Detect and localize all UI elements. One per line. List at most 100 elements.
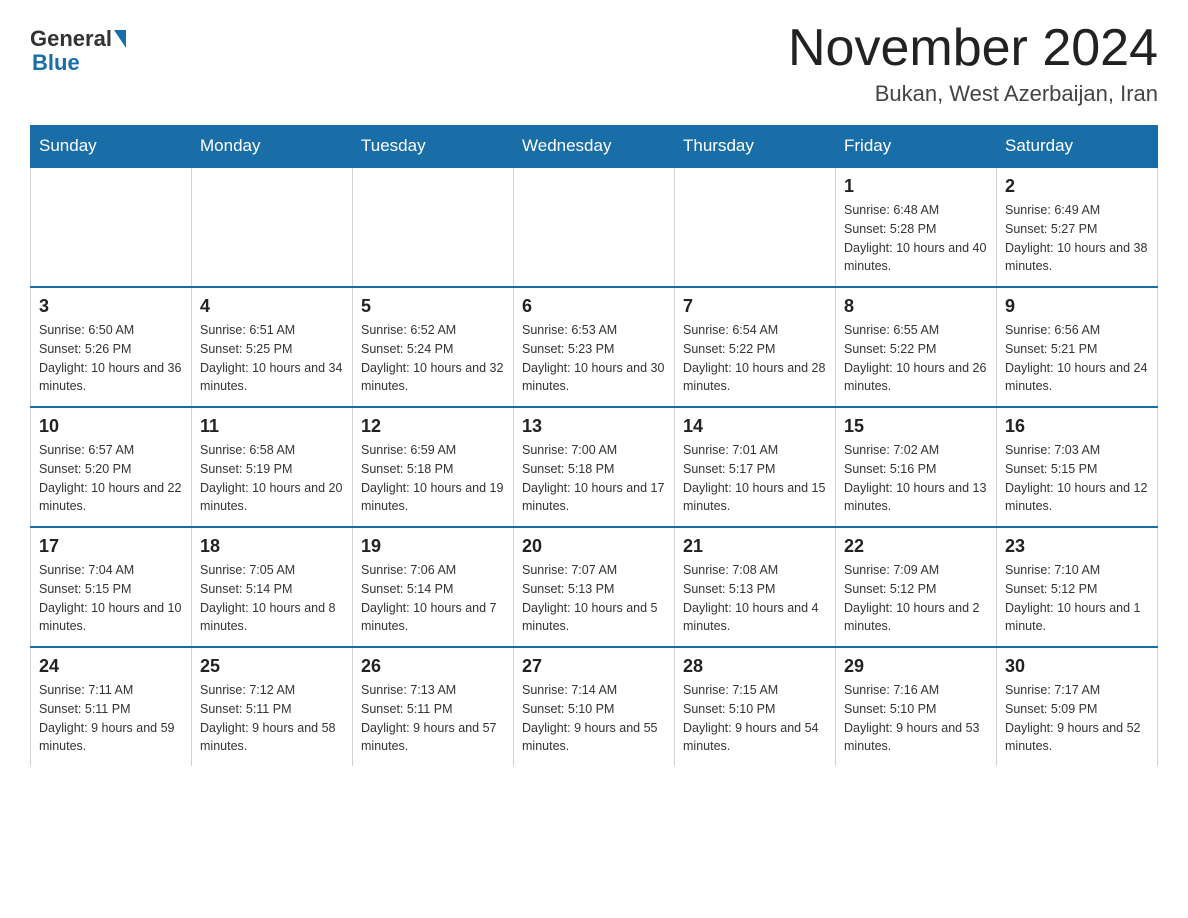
calendar-cell: 30 Sunrise: 7:17 AMSunset: 5:09 PMDayligh… (997, 647, 1158, 766)
col-saturday: Saturday (997, 126, 1158, 168)
day-number: 23 (1005, 536, 1149, 557)
calendar-cell: 2 Sunrise: 6:49 AMSunset: 5:27 PMDaylight… (997, 167, 1158, 287)
calendar-week-row: 3 Sunrise: 6:50 AMSunset: 5:26 PMDaylight… (31, 287, 1158, 407)
month-title: November 2024 (788, 20, 1158, 77)
day-detail: Sunrise: 7:01 AMSunset: 5:17 PMDaylight:… (683, 441, 827, 516)
day-detail: Sunrise: 7:10 AMSunset: 5:12 PMDaylight:… (1005, 561, 1149, 636)
calendar-cell: 12Sunrise: 6:59 AMSunset: 5:18 PMDayligh… (353, 407, 514, 527)
day-number: 19 (361, 536, 505, 557)
day-detail: Sunrise: 7:05 AMSunset: 5:14 PMDaylight:… (200, 561, 344, 636)
col-friday: Friday (836, 126, 997, 168)
day-number: 29 (844, 656, 988, 677)
day-number: 21 (683, 536, 827, 557)
day-detail: Sunrise: 6:48 AMSunset: 5:28 PMDaylight:… (844, 201, 988, 276)
day-number: 28 (683, 656, 827, 677)
calendar-cell: 17 Sunrise: 7:04 AMSunset: 5:15 PMDayligh… (31, 527, 192, 647)
day-detail: Sunrise: 7:15 AMSunset: 5:10 PMDaylight:… (683, 681, 827, 756)
day-detail: Sunrise: 7:09 AMSunset: 5:12 PMDaylight:… (844, 561, 988, 636)
calendar-cell: 4Sunrise: 6:51 AMSunset: 5:25 PMDaylight… (192, 287, 353, 407)
day-number: 20 (522, 536, 666, 557)
calendar-cell: 29 Sunrise: 7:16 AMSunset: 5:10 PMDayligh… (836, 647, 997, 766)
calendar-cell: 28 Sunrise: 7:15 AMSunset: 5:10 PMDayligh… (675, 647, 836, 766)
col-wednesday: Wednesday (514, 126, 675, 168)
day-detail: Sunrise: 6:56 AMSunset: 5:21 PMDaylight:… (1005, 321, 1149, 396)
day-detail: Sunrise: 7:02 AMSunset: 5:16 PMDaylight:… (844, 441, 988, 516)
calendar-cell (31, 167, 192, 287)
calendar-cell (192, 167, 353, 287)
day-number: 6 (522, 296, 666, 317)
day-detail: Sunrise: 7:17 AMSunset: 5:09 PMDaylight:… (1005, 681, 1149, 756)
calendar-cell: 20 Sunrise: 7:07 AMSunset: 5:13 PMDayligh… (514, 527, 675, 647)
calendar-week-row: 24Sunrise: 7:11 AMSunset: 5:11 PMDayligh… (31, 647, 1158, 766)
day-detail: Sunrise: 6:50 AMSunset: 5:26 PMDaylight:… (39, 321, 183, 396)
day-detail: Sunrise: 6:52 AMSunset: 5:24 PMDaylight:… (361, 321, 505, 396)
day-number: 8 (844, 296, 988, 317)
calendar-cell: 21 Sunrise: 7:08 AMSunset: 5:13 PMDayligh… (675, 527, 836, 647)
day-detail: Sunrise: 7:00 AMSunset: 5:18 PMDaylight:… (522, 441, 666, 516)
col-thursday: Thursday (675, 126, 836, 168)
calendar-cell (675, 167, 836, 287)
day-number: 16 (1005, 416, 1149, 437)
logo-blue-text: Blue (32, 50, 80, 76)
calendar-cell: 22 Sunrise: 7:09 AMSunset: 5:12 PMDayligh… (836, 527, 997, 647)
day-number: 5 (361, 296, 505, 317)
location-title: Bukan, West Azerbaijan, Iran (788, 81, 1158, 107)
day-number: 4 (200, 296, 344, 317)
day-detail: Sunrise: 7:08 AMSunset: 5:13 PMDaylight:… (683, 561, 827, 636)
calendar-cell: 16 Sunrise: 7:03 AMSunset: 5:15 PMDayligh… (997, 407, 1158, 527)
col-monday: Monday (192, 126, 353, 168)
day-detail: Sunrise: 6:49 AMSunset: 5:27 PMDaylight:… (1005, 201, 1149, 276)
calendar-cell: 3 Sunrise: 6:50 AMSunset: 5:26 PMDaylight… (31, 287, 192, 407)
calendar-cell: 18Sunrise: 7:05 AMSunset: 5:14 PMDayligh… (192, 527, 353, 647)
day-detail: Sunrise: 6:58 AMSunset: 5:19 PMDaylight:… (200, 441, 344, 516)
calendar-cell (353, 167, 514, 287)
day-number: 15 (844, 416, 988, 437)
day-detail: Sunrise: 7:03 AMSunset: 5:15 PMDaylight:… (1005, 441, 1149, 516)
logo: General Blue (30, 20, 128, 76)
day-detail: Sunrise: 6:54 AMSunset: 5:22 PMDaylight:… (683, 321, 827, 396)
day-number: 13 (522, 416, 666, 437)
day-number: 2 (1005, 176, 1149, 197)
calendar-cell: 13 Sunrise: 7:00 AMSunset: 5:18 PMDayligh… (514, 407, 675, 527)
day-detail: Sunrise: 6:57 AMSunset: 5:20 PMDaylight:… (39, 441, 183, 516)
day-detail: Sunrise: 7:12 AMSunset: 5:11 PMDaylight:… (200, 681, 344, 756)
day-number: 14 (683, 416, 827, 437)
day-number: 1 (844, 176, 988, 197)
day-detail: Sunrise: 6:55 AMSunset: 5:22 PMDaylight:… (844, 321, 988, 396)
day-number: 11 (200, 416, 344, 437)
day-number: 3 (39, 296, 183, 317)
calendar-cell: 23 Sunrise: 7:10 AMSunset: 5:12 PMDayligh… (997, 527, 1158, 647)
calendar-cell: 19Sunrise: 7:06 AMSunset: 5:14 PMDayligh… (353, 527, 514, 647)
logo-arrow-icon (114, 30, 126, 48)
calendar-cell: 11 Sunrise: 6:58 AMSunset: 5:19 PMDayligh… (192, 407, 353, 527)
day-detail: Sunrise: 7:14 AMSunset: 5:10 PMDaylight:… (522, 681, 666, 756)
calendar-cell: 7Sunrise: 6:54 AMSunset: 5:22 PMDaylight… (675, 287, 836, 407)
title-area: November 2024 Bukan, West Azerbaijan, Ir… (788, 20, 1158, 107)
calendar-cell: 1 Sunrise: 6:48 AMSunset: 5:28 PMDaylight… (836, 167, 997, 287)
day-detail: Sunrise: 7:16 AMSunset: 5:10 PMDaylight:… (844, 681, 988, 756)
calendar-cell: 26 Sunrise: 7:13 AMSunset: 5:11 PMDayligh… (353, 647, 514, 766)
calendar-cell: 14 Sunrise: 7:01 AMSunset: 5:17 PMDayligh… (675, 407, 836, 527)
day-detail: Sunrise: 7:07 AMSunset: 5:13 PMDaylight:… (522, 561, 666, 636)
header: General Blue November 2024 Bukan, West A… (30, 20, 1158, 107)
day-number: 26 (361, 656, 505, 677)
calendar-cell: 25 Sunrise: 7:12 AMSunset: 5:11 PMDayligh… (192, 647, 353, 766)
day-number: 17 (39, 536, 183, 557)
day-number: 24 (39, 656, 183, 677)
calendar-cell: 15 Sunrise: 7:02 AMSunset: 5:16 PMDayligh… (836, 407, 997, 527)
calendar-cell: 9Sunrise: 6:56 AMSunset: 5:21 PMDaylight… (997, 287, 1158, 407)
day-number: 30 (1005, 656, 1149, 677)
day-number: 27 (522, 656, 666, 677)
calendar-cell: 5 Sunrise: 6:52 AMSunset: 5:24 PMDaylight… (353, 287, 514, 407)
calendar-cell (514, 167, 675, 287)
day-detail: Sunrise: 7:04 AMSunset: 5:15 PMDaylight:… (39, 561, 183, 636)
calendar-cell: 27 Sunrise: 7:14 AMSunset: 5:10 PMDayligh… (514, 647, 675, 766)
day-number: 10 (39, 416, 183, 437)
calendar-week-row: 17 Sunrise: 7:04 AMSunset: 5:15 PMDayligh… (31, 527, 1158, 647)
day-number: 22 (844, 536, 988, 557)
logo-general-text: General (30, 26, 112, 52)
day-detail: Sunrise: 7:13 AMSunset: 5:11 PMDaylight:… (361, 681, 505, 756)
day-detail: Sunrise: 6:53 AMSunset: 5:23 PMDaylight:… (522, 321, 666, 396)
calendar-week-row: 1 Sunrise: 6:48 AMSunset: 5:28 PMDaylight… (31, 167, 1158, 287)
day-number: 25 (200, 656, 344, 677)
